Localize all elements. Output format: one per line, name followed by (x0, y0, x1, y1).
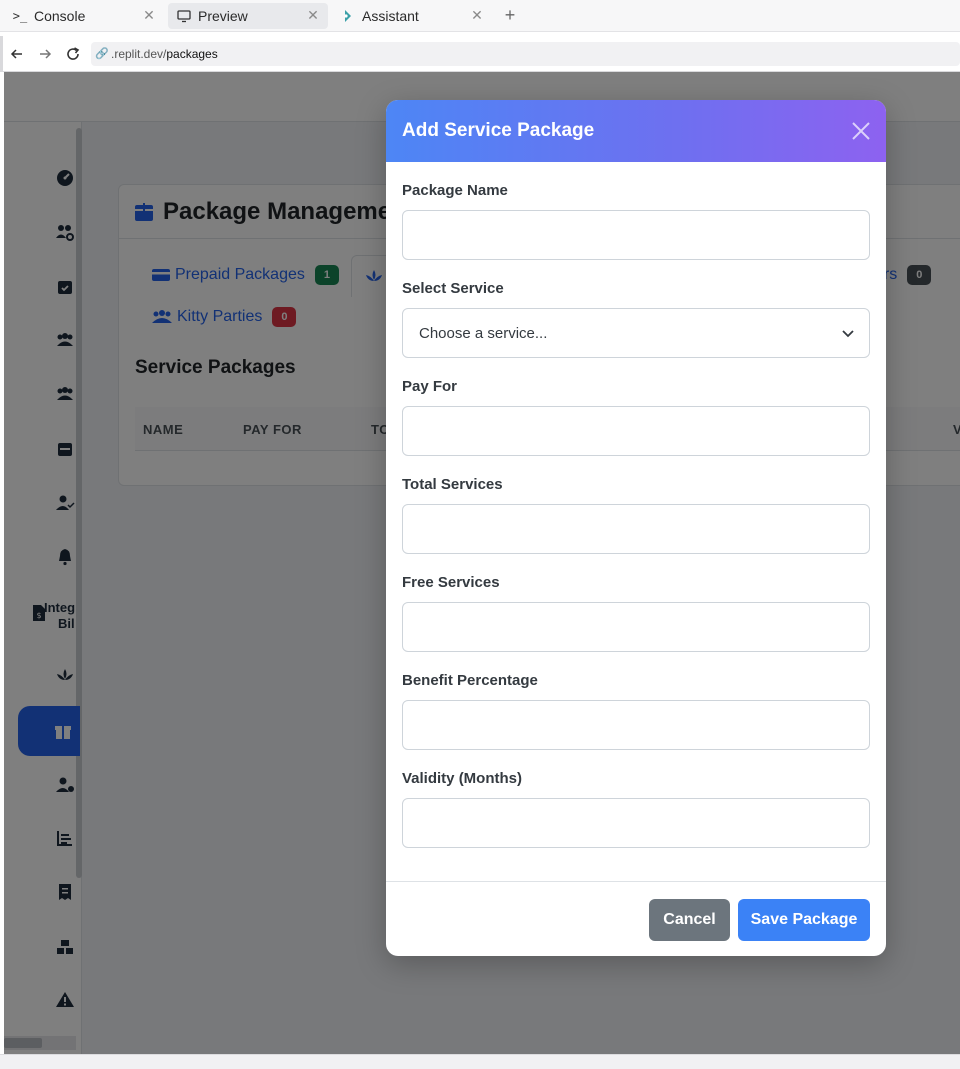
free-services-input[interactable] (402, 602, 870, 652)
tab-label: Assistant (362, 7, 419, 24)
pay-for-group: Pay For (402, 378, 870, 456)
select-service-group: Select Service Choose a service... (402, 280, 870, 358)
address-bar: 🔗 .replit.dev/packages (0, 36, 960, 72)
field-label: Benefit Percentage (402, 672, 538, 689)
total-services-input[interactable] (402, 504, 870, 554)
pay-for-input[interactable] (402, 406, 870, 456)
tab-label: Console (34, 7, 86, 24)
assistant-icon (340, 8, 356, 24)
field-label: Validity (Months) (402, 770, 522, 787)
close-icon[interactable]: ✕ (306, 7, 320, 24)
free-services-group: Free Services (402, 574, 870, 652)
package-name-group: Package Name (402, 182, 870, 260)
modal-footer: Cancel Save Package (386, 881, 886, 956)
close-icon[interactable]: ✕ (470, 7, 484, 24)
url-host: .replit.dev/ (111, 46, 167, 61)
close-icon[interactable] (850, 120, 872, 142)
monitor-icon (176, 8, 192, 24)
save-package-button[interactable]: Save Package (738, 899, 870, 941)
validity-months-group: Validity (Months) (402, 770, 870, 848)
chevron-down-icon (842, 330, 854, 338)
tab-label: Preview (198, 7, 248, 24)
back-arrow-icon[interactable] (3, 40, 31, 68)
modal-title: Add Service Package (402, 120, 595, 141)
tab-preview[interactable]: Preview ✕ (168, 2, 328, 29)
field-label: Pay For (402, 378, 458, 395)
benefit-percentage-input[interactable] (402, 700, 870, 750)
field-label: Total Services (402, 476, 503, 493)
field-label: Package Name (402, 182, 508, 199)
tab-console[interactable]: >_ Console ✕ (4, 3, 164, 29)
close-icon[interactable]: ✕ (142, 7, 156, 24)
new-tab-button[interactable]: + (500, 5, 520, 26)
service-select-value: Choose a service... (419, 324, 548, 342)
terminal-icon: >_ (12, 8, 28, 23)
cancel-button[interactable]: Cancel (649, 899, 730, 941)
modal-header: Add Service Package (386, 100, 886, 162)
package-name-input[interactable] (402, 210, 870, 260)
service-select[interactable]: Choose a service... (402, 308, 870, 358)
forward-arrow-icon[interactable] (31, 40, 59, 68)
tab-assistant[interactable]: Assistant ✕ (332, 3, 492, 29)
url-path: packages (166, 46, 218, 61)
add-service-package-modal: Add Service Package Package Name Select … (386, 100, 886, 956)
browser-tab-strip: >_ Console ✕ Preview ✕ Assistant ✕ + (0, 0, 960, 32)
link-icon: 🔗 (95, 48, 109, 60)
reload-icon[interactable] (59, 40, 87, 68)
validity-months-input[interactable] (402, 798, 870, 848)
field-label: Free Services (402, 574, 500, 591)
bottom-bar (0, 1054, 960, 1069)
total-services-group: Total Services (402, 476, 870, 554)
benefit-percentage-group: Benefit Percentage (402, 672, 870, 750)
url-field[interactable]: 🔗 .replit.dev/packages (91, 41, 960, 66)
field-label: Select Service (402, 280, 504, 297)
